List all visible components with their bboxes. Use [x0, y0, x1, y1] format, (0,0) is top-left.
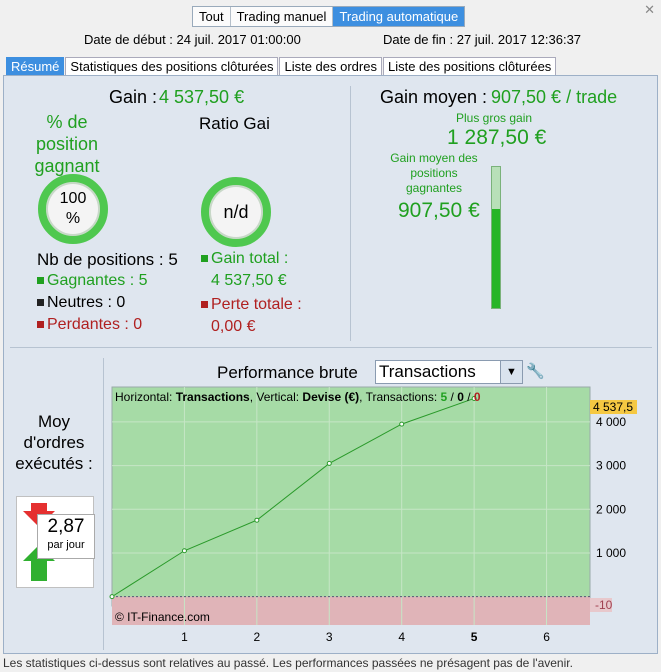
chart-x-tick-label: 5: [471, 630, 478, 644]
chart-info-loss: 0: [474, 390, 481, 404]
chart-x-tick-label: 4: [398, 630, 405, 644]
chart-y-ticks: 1 000 2 000 3 000 4 000: [596, 415, 626, 560]
chart-x-ticks: 1 2 3 4 5 6: [181, 630, 550, 644]
tab-statistiques[interactable]: Statistiques des positions clôturées: [65, 57, 279, 75]
chart-x-tick-label: 1: [181, 630, 188, 644]
tab-liste-ordres[interactable]: Liste des ordres: [279, 57, 382, 75]
chart-info-mid: , Vertical:: [250, 390, 303, 404]
sub-tabs: Résumé Statistiques des positions clôtur…: [6, 57, 557, 75]
chart-max-label: 4 537,5: [593, 400, 633, 414]
chart-point: [109, 594, 115, 600]
chart-min-label: -10: [595, 598, 613, 612]
top-bar: Tout Trading manuel Trading automatique …: [0, 0, 661, 56]
tab-trading-automatique[interactable]: Trading automatique: [333, 7, 465, 26]
summary-panel: Gain : 4 537,50 € % de position gagnant …: [3, 75, 658, 654]
footer-disclaimer: Les statistiques ci-dessus sont relative…: [3, 656, 573, 670]
chart-info-sep: /: [447, 390, 457, 404]
chart-point: [326, 460, 332, 466]
chart-info-suffix: , Transactions:: [359, 390, 440, 404]
chart-point: [254, 517, 260, 523]
chart-info-line: Horizontal: Transactions, Vertical: Devi…: [115, 390, 481, 404]
tab-resume[interactable]: Résumé: [6, 57, 65, 75]
chart-info-prefix: Horizontal:: [115, 390, 176, 404]
chart-y-tick-label: 3 000: [596, 459, 626, 473]
date-end: Date de fin : 27 juil. 2017 12:36:37: [383, 32, 582, 47]
close-icon[interactable]: ✕: [644, 2, 655, 18]
chart-info-sep: /: [464, 390, 474, 404]
chart-x-tick-label: 2: [254, 630, 261, 644]
mode-tabs: Tout Trading manuel Trading automatique: [192, 6, 466, 27]
chart-point: [399, 421, 405, 427]
performance-chart: 123456 1 0002 0003 0004 000 4 537,5 -10 …: [109, 386, 637, 644]
chart-y-tick-label: 1 000: [596, 546, 626, 560]
chart-x-tick-label: 6: [543, 630, 550, 644]
chart-y-tick-label: 2 000: [596, 502, 626, 516]
chart-x-tick-label: 3: [326, 630, 333, 644]
tab-tout[interactable]: Tout: [193, 7, 231, 26]
date-start: Date de début : 24 juil. 2017 01:00:00: [84, 32, 301, 47]
chart-plot-area: [111, 386, 591, 607]
chart-y-tick-label: 4 000: [596, 415, 626, 429]
chart-point: [181, 548, 187, 554]
chart-info-horizontal: Transactions: [176, 390, 250, 404]
chart-watermark: © IT-Finance.com: [115, 610, 210, 624]
tab-liste-positions[interactable]: Liste des positions clôturées: [382, 57, 557, 75]
chart-info-vertical: Devise (€): [302, 390, 359, 404]
tab-trading-manuel[interactable]: Trading manuel: [230, 7, 334, 26]
